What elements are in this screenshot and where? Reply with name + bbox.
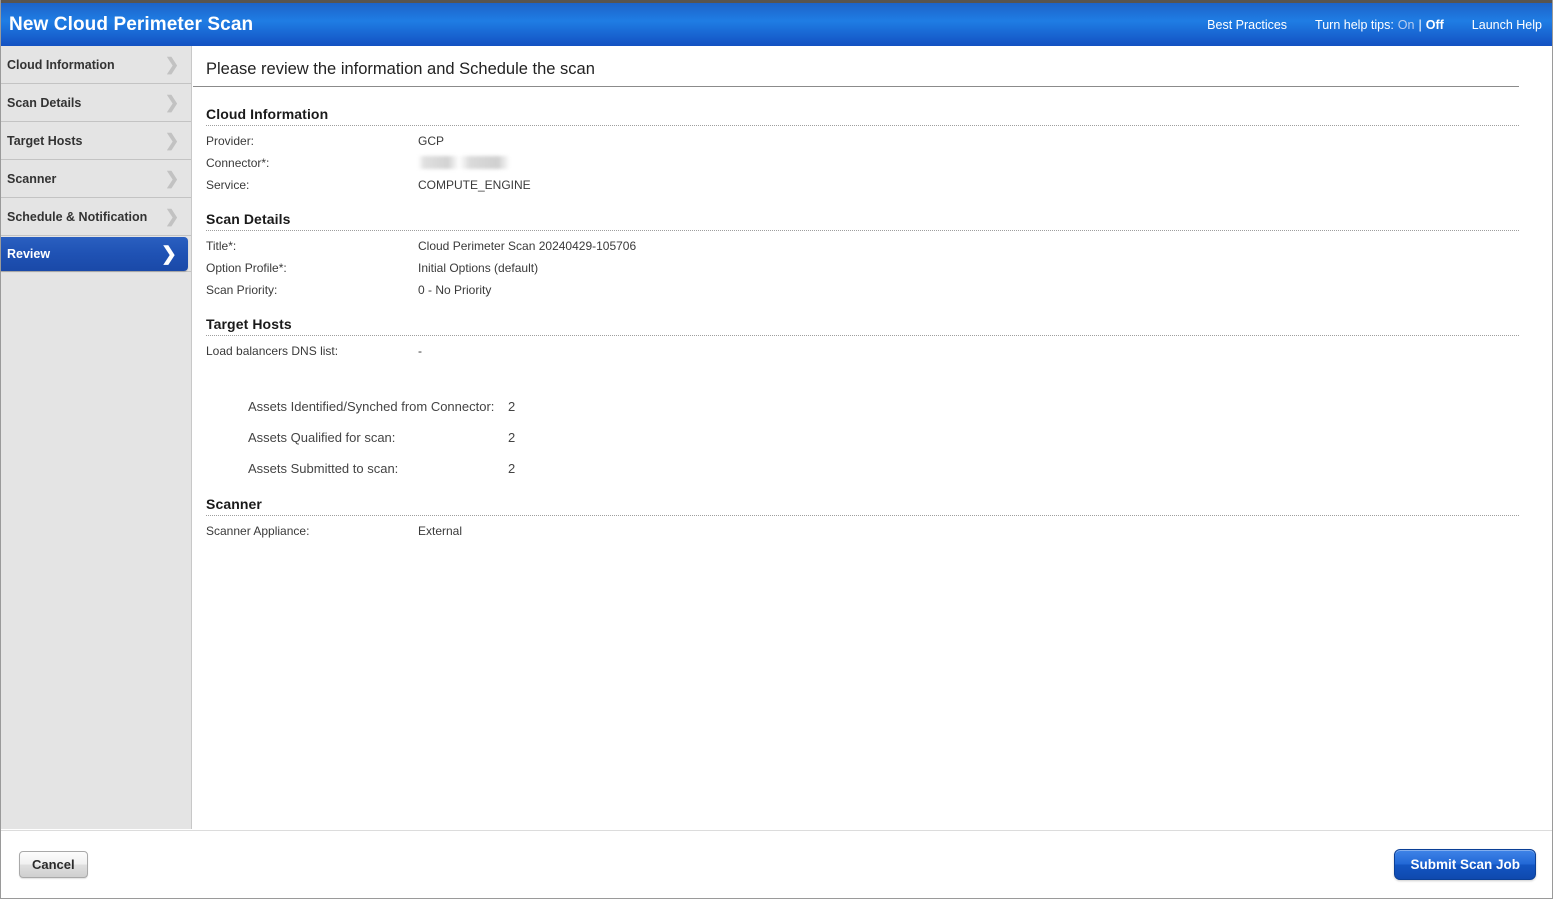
review-heading: Please review the information and Schedu… <box>193 60 1519 87</box>
help-tips-off-option[interactable]: Off <box>1426 18 1444 32</box>
assets-row-submitted: Assets Submitted to scan: 2 <box>248 460 1519 477</box>
sidebar-item-label: Scanner <box>7 172 161 186</box>
chevron-right-icon: ❯ <box>158 245 180 264</box>
assets-label: Assets Submitted to scan: <box>248 460 508 477</box>
assets-label: Assets Identified/Synched from Connector… <box>248 398 508 415</box>
field-label: Load balancers DNS list: <box>206 344 418 358</box>
assets-row-qualified: Assets Qualified for scan: 2 <box>248 429 1519 460</box>
field-row-title: Title*: Cloud Perimeter Scan 20240429-10… <box>206 231 1519 253</box>
assets-value: 2 <box>508 460 515 477</box>
field-row-load-balancers-dns-list: Load balancers DNS list: - <box>206 336 1519 358</box>
launch-help-link[interactable]: Launch Help <box>1472 18 1542 32</box>
sidebar-item-scan-details[interactable]: Scan Details ❯ <box>1 84 191 122</box>
field-label: Scanner Appliance: <box>206 524 418 538</box>
assets-summary: Assets Identified/Synched from Connector… <box>206 358 1519 477</box>
assets-value: 2 <box>508 398 515 415</box>
sidebar-item-label: Review <box>7 247 158 261</box>
chevron-right-icon: ❯ <box>161 56 183 73</box>
section-target-hosts: Target Hosts Load balancers DNS list: - … <box>206 297 1519 477</box>
field-label: Scan Priority: <box>206 283 418 297</box>
header-links: Best Practices Turn help tips: On | Off … <box>1179 18 1553 32</box>
field-row-scanner-appliance: Scanner Appliance: External <box>206 516 1519 538</box>
field-value: Initial Options (default) <box>418 261 538 275</box>
sidebar-item-cloud-information[interactable]: Cloud Information ❯ <box>1 46 191 84</box>
sidebar-item-schedule-notification[interactable]: Schedule & Notification ❯ <box>1 198 191 236</box>
section-heading: Scanner <box>206 477 1519 516</box>
section-scanner: Scanner Scanner Appliance: External <box>206 477 1519 538</box>
sidebar-divider <box>1 271 191 272</box>
field-label: Connector*: <box>206 156 418 170</box>
redacted-blur <box>418 156 510 169</box>
field-value: GCP <box>418 134 444 148</box>
field-value: 0 - No Priority <box>418 283 491 297</box>
sidebar-item-target-hosts[interactable]: Target Hosts ❯ <box>1 122 191 160</box>
field-label: Service: <box>206 178 418 192</box>
chevron-right-icon: ❯ <box>161 132 183 149</box>
field-value: COMPUTE_ENGINE <box>418 178 531 192</box>
field-row-option-profile: Option Profile*: Initial Options (defaul… <box>206 253 1519 275</box>
help-tips-label: Turn help tips: <box>1315 18 1394 32</box>
field-row-provider: Provider: GCP <box>206 126 1519 148</box>
cancel-button[interactable]: Cancel <box>19 851 88 878</box>
sidebar-item-label: Cloud Information <box>7 58 161 72</box>
chevron-right-icon: ❯ <box>161 170 183 187</box>
assets-row-identified: Assets Identified/Synched from Connector… <box>248 398 1519 429</box>
section-heading: Scan Details <box>206 192 1519 231</box>
section-heading: Target Hosts <box>206 297 1519 336</box>
help-tips-separator: | <box>1418 18 1421 32</box>
chevron-right-icon: ❯ <box>161 208 183 225</box>
sidebar-item-label: Scan Details <box>7 96 161 110</box>
sidebar-item-label: Schedule & Notification <box>7 210 161 224</box>
review-panel: Please review the information and Schedu… <box>193 46 1553 829</box>
section-scan-details: Scan Details Title*: Cloud Perimeter Sca… <box>206 192 1519 297</box>
chevron-right-icon: ❯ <box>161 94 183 111</box>
window-title-bar: New Cloud Perimeter Scan Best Practices … <box>1 0 1553 46</box>
assets-label: Assets Qualified for scan: <box>248 429 508 446</box>
sidebar-item-review[interactable]: Review ❯ <box>1 237 188 271</box>
field-label: Provider: <box>206 134 418 148</box>
field-label: Title*: <box>206 239 418 253</box>
field-value: External <box>418 524 462 538</box>
submit-scan-job-button[interactable]: Submit Scan Job <box>1394 849 1536 880</box>
field-row-connector: Connector*: <box>206 148 1519 170</box>
best-practices-link[interactable]: Best Practices <box>1207 18 1287 32</box>
field-label: Option Profile*: <box>206 261 418 275</box>
cloud-perimeter-scan-wizard: New Cloud Perimeter Scan Best Practices … <box>0 0 1553 899</box>
field-row-service: Service: COMPUTE_ENGINE <box>206 170 1519 192</box>
field-value-redacted <box>418 156 510 170</box>
assets-value: 2 <box>508 429 515 446</box>
wizard-step-sidebar: Cloud Information ❯ Scan Details ❯ Targe… <box>1 46 192 829</box>
field-value: - <box>418 344 422 358</box>
field-row-scan-priority: Scan Priority: 0 - No Priority <box>206 275 1519 297</box>
sidebar-item-label: Target Hosts <box>7 134 161 148</box>
help-tips-on-option[interactable]: On <box>1398 18 1415 32</box>
sidebar-item-scanner[interactable]: Scanner ❯ <box>1 160 191 198</box>
help-tips-toggle: Turn help tips: On | Off <box>1315 18 1444 32</box>
field-value: Cloud Perimeter Scan 20240429-105706 <box>418 239 636 253</box>
wizard-footer: Cancel Submit Scan Job <box>1 830 1552 898</box>
section-cloud-information: Cloud Information Provider: GCP Connecto… <box>206 87 1519 192</box>
page-title-heading: New Cloud Perimeter Scan <box>1 14 253 36</box>
section-heading: Cloud Information <box>206 87 1519 126</box>
